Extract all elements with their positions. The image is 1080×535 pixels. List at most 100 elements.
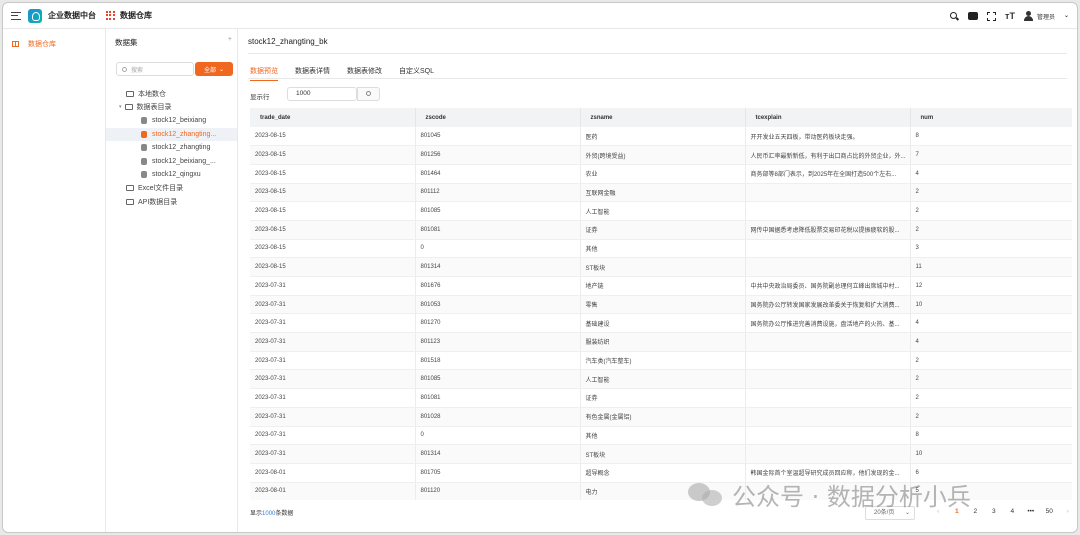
tree-node-label: API数据目录 <box>138 198 178 206</box>
column-header[interactable]: zscode <box>415 108 581 127</box>
caret-down-icon[interactable]: ▾ <box>119 104 122 110</box>
page-number[interactable]: 4 <box>1003 508 1022 515</box>
table-cell-zscode: 801314 <box>415 444 581 464</box>
page-number[interactable]: 50 <box>1040 508 1059 515</box>
username[interactable]: 管理员 <box>1037 12 1055 21</box>
page-number[interactable]: 3 <box>985 508 1004 515</box>
column-header[interactable]: zsname <box>580 108 746 127</box>
table-cell-zscode: 801518 <box>415 351 581 371</box>
database-icon <box>141 157 147 165</box>
tree-list: 本地数仓 ▾ 数据表目录 stock12_beixiang stock12_zha… <box>106 87 237 209</box>
search-icon[interactable] <box>949 11 959 21</box>
folder-icon <box>124 104 133 111</box>
module-grid-icon[interactable] <box>106 11 115 20</box>
search-placeholder: 搜索 <box>131 67 144 74</box>
table-cell-tcexplain <box>745 407 911 427</box>
table-cell-zscode: 801256 <box>415 145 581 165</box>
table-row[interactable]: 2023-08-15 801112 互联网金融 2 <box>250 183 1072 203</box>
tree-node-excel-catalog[interactable]: Excel文件目录 <box>106 182 237 196</box>
table-body: 2023-08-15 801045 医药 开开发业五天四板，带动医药板块走强。 8 202… <box>250 127 1072 500</box>
table-cell-zscode: 801085 <box>415 369 581 390</box>
table-cell-zscode: 801464 <box>415 164 581 184</box>
table-cell-trade_date: 2023-08-15 <box>250 239 416 259</box>
data-table: trade_date zscode zsname tcexplain num 2… <box>250 108 1072 500</box>
font-size-icon[interactable]: тT <box>1005 11 1015 21</box>
table-row[interactable]: 2023-08-01 801705 超导概念 韩国金际首个室温超导研究成员回应称，他们… <box>250 463 1072 483</box>
table-cell-tcexplain <box>745 388 911 408</box>
avatar[interactable] <box>1023 11 1033 21</box>
tree-node-table[interactable]: stock12_zhangting <box>106 141 237 155</box>
tree-filter-dropdown[interactable]: 全部 ⌄ <box>195 62 233 76</box>
table-cell-num: 8 <box>910 426 1072 446</box>
table-row[interactable]: 2023-08-15 801314 ST板块 11 <box>250 257 1072 277</box>
table-row[interactable]: 2023-07-31 801081 证券 2 <box>250 388 1072 408</box>
column-header[interactable]: num <box>910 108 1072 127</box>
page-number[interactable]: 2 <box>966 508 985 515</box>
add-dataset-button[interactable]: + <box>228 36 232 43</box>
table-cell-num: 4 <box>910 332 1072 352</box>
table-row[interactable]: 2023-07-31 801028 有色金属(金属铝) 2 <box>250 407 1072 427</box>
table-row[interactable]: 2023-08-15 801081 证券 网传中国据悉考虑降低股票交易印花税以提振疲软… <box>250 220 1072 240</box>
tree-node-table-catalog[interactable]: ▾ 数据表目录 <box>106 101 237 115</box>
sidebar: 数据仓库 <box>3 29 106 532</box>
table-row[interactable]: 2023-07-31 801518 汽车类(汽车整车) 2 <box>250 351 1072 371</box>
sidebar-item-data-warehouse[interactable]: 数据仓库 <box>3 35 105 53</box>
table-cell-zscode: 801123 <box>415 332 581 352</box>
table-row[interactable]: 2023-08-15 801256 外贸(跨境受益) 人民币汇率最新新低，有利于出口商… <box>250 145 1072 165</box>
table-row[interactable]: 2023-08-15 801464 农业 商务部等8部门表示，到2025年在全国打造5… <box>250 164 1072 184</box>
table-cell-num: 2 <box>910 351 1072 371</box>
table-cell-trade_date: 2023-08-15 <box>250 164 416 184</box>
table-row[interactable]: 2023-07-31 801053 零售 国务院办公厅转发国家发展改革委关于恢复和扩大… <box>250 295 1072 315</box>
table-cell-trade_date: 2023-08-15 <box>250 220 416 240</box>
top-header: 企业数据中台 数据仓库 тT 管理员 ⌄ <box>3 3 1077 29</box>
table-row[interactable]: 2023-08-01 801120 电力 5 <box>250 482 1072 500</box>
fullscreen-icon[interactable] <box>986 11 996 21</box>
chevron-down-icon[interactable]: ⌄ <box>1064 11 1069 21</box>
tree-node-table[interactable]: stock12_beixiang <box>106 114 237 128</box>
table-cell-zsname: 基础建设 <box>580 313 746 334</box>
table-row[interactable]: 2023-07-31 801123 服装纺织 4 <box>250 332 1072 352</box>
tree-node-label: stock12_beixiang_... <box>152 157 216 165</box>
table-row[interactable]: 2023-07-31 801270 基础建设 国务院办公厅推进完善消费设施，盘活地产的… <box>250 313 1072 334</box>
tree-node-table[interactable]: stock12_beixiang_... <box>106 155 237 169</box>
tree-node-table-selected[interactable]: stock12_zhangting... <box>106 127 237 141</box>
table-cell-num: 7 <box>910 145 1072 165</box>
message-icon[interactable] <box>967 12 978 20</box>
table-cell-zsname: 超导概念 <box>580 463 746 483</box>
page-ellipsis[interactable]: ••• <box>1022 508 1041 515</box>
table-cell-trade_date: 2023-07-31 <box>250 444 416 464</box>
table-cell-tcexplain: 网传中国据悉考虑降低股票交易印花税以提振疲软的股... <box>745 220 911 240</box>
page-size-select[interactable]: 20条/页 ⌄ <box>865 506 915 520</box>
table-row[interactable]: 2023-07-31 801314 ST板块 10 <box>250 444 1072 464</box>
table-cell-zsname: 证券 <box>580 220 746 240</box>
next-page-button[interactable]: › <box>1059 508 1078 515</box>
column-header[interactable]: trade_date <box>250 108 416 127</box>
table-cell-tcexplain: 人民币汇率最新新低，有利于出口商占比的外贸企业，外... <box>745 145 911 165</box>
page-number[interactable]: 1 <box>948 508 967 515</box>
sidebar-item-label: 数据仓库 <box>28 41 56 48</box>
database-icon <box>141 117 147 125</box>
column-header[interactable]: tcexplain <box>745 108 911 127</box>
count-suffix: 条数据 <box>275 511 294 517</box>
tree-search-input[interactable]: 搜索 <box>116 62 194 76</box>
table-row[interactable]: 2023-08-15 801085 人工智能 2 <box>250 201 1072 221</box>
table-row[interactable]: 2023-07-31 0 其他 8 <box>250 426 1072 446</box>
prev-page-button[interactable]: ‹ <box>929 508 948 515</box>
table-cell-trade_date: 2023-07-31 <box>250 295 416 315</box>
table-row[interactable]: 2023-08-15 0 其他 3 <box>250 239 1072 259</box>
folder-icon <box>126 198 134 205</box>
rows-input[interactable]: 1000 <box>287 87 357 101</box>
table-cell-trade_date: 2023-08-15 <box>250 201 416 221</box>
tree-node-local-warehouse[interactable]: 本地数仓 <box>106 87 237 101</box>
table-row[interactable]: 2023-07-31 801676 地产链 中共中央政治局委员、国务院副总理何立峰出席… <box>250 276 1072 296</box>
table-cell-trade_date: 2023-07-31 <box>250 369 416 390</box>
module-title[interactable]: 数据仓库 <box>120 10 152 21</box>
table-cell-tcexplain: 国务院办公厅推进完善消费设施，盘活地产的火热、基... <box>745 313 911 334</box>
rows-search-button[interactable] <box>357 87 380 101</box>
menu-toggle-icon[interactable] <box>11 11 21 20</box>
table-row[interactable]: 2023-07-31 801085 人工智能 2 <box>250 369 1072 390</box>
table-row[interactable]: 2023-08-15 801045 医药 开开发业五天四板，带动医药板块走强。 8 <box>250 127 1072 147</box>
tree-node-table[interactable]: stock12_qingxu <box>106 168 237 182</box>
table-cell-num: 3 <box>910 239 1072 259</box>
tree-node-api-catalog[interactable]: API数据目录 <box>106 195 237 209</box>
